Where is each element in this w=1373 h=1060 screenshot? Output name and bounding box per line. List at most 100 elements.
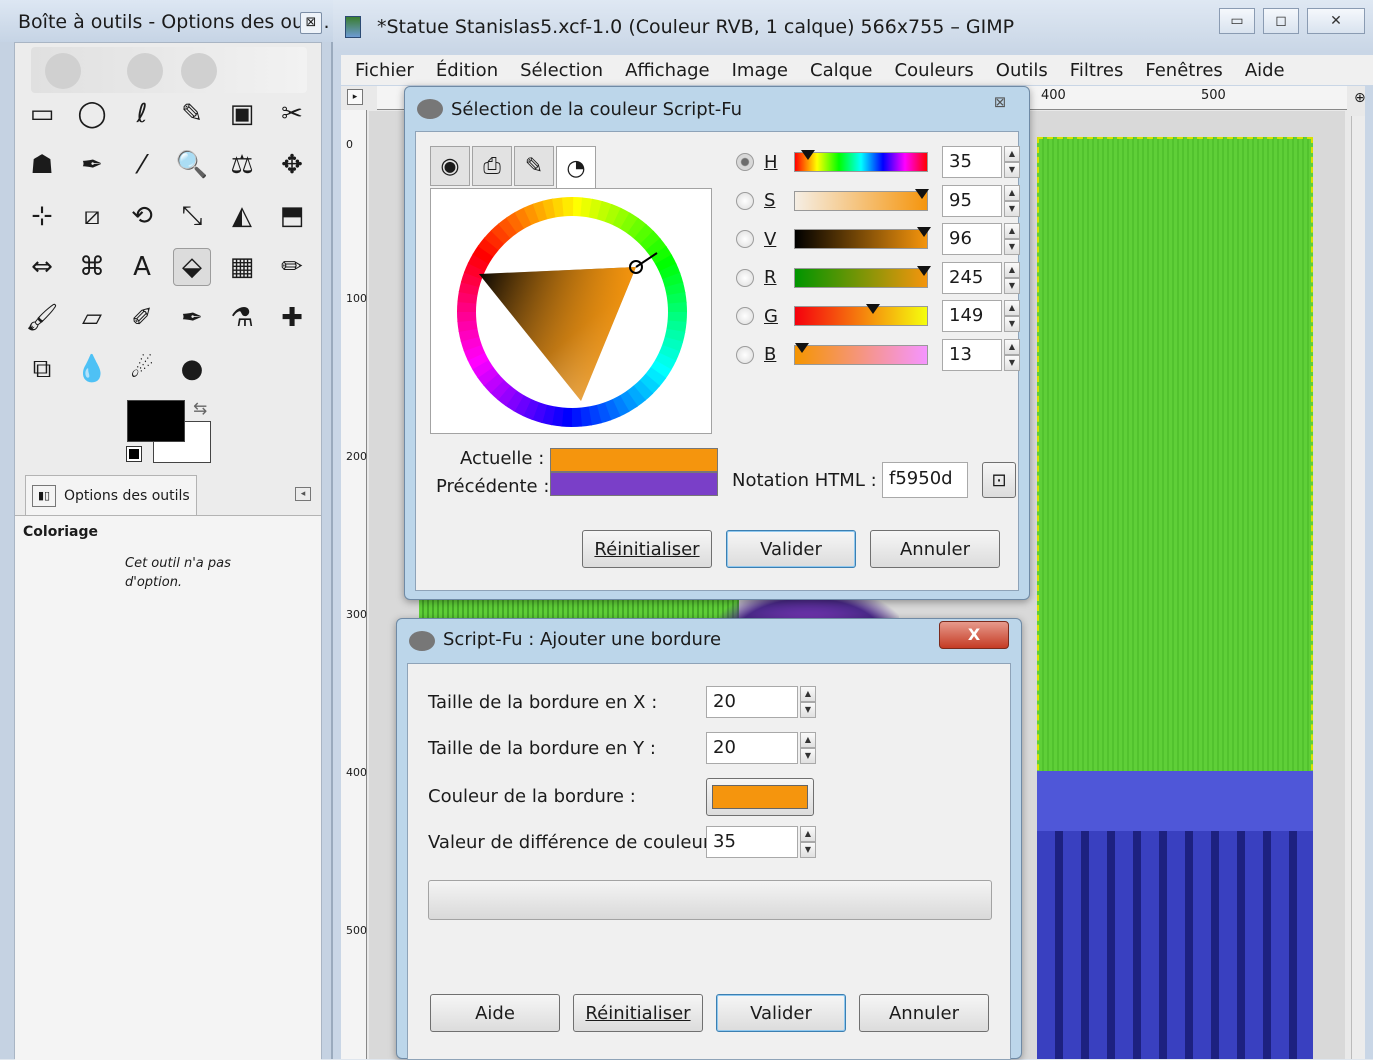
vertical-scrollbar[interactable] bbox=[1351, 116, 1365, 1059]
tool-free-select-icon[interactable]: ℓ bbox=[123, 95, 161, 133]
tab-printer-selector[interactable]: ⎙ bbox=[472, 146, 512, 186]
cancel-button[interactable]: Annuler bbox=[859, 994, 989, 1032]
slider-marker[interactable] bbox=[916, 265, 931, 276]
tool-rotate-icon[interactable]: ⟲ bbox=[123, 197, 161, 235]
navigate-icon[interactable]: ▸ bbox=[347, 89, 363, 105]
tool-smudge-icon[interactable]: ☄ bbox=[123, 350, 161, 388]
channel-slider-r[interactable] bbox=[794, 265, 931, 288]
channel-stepper[interactable]: ▲ ▼ bbox=[1004, 300, 1020, 332]
slider-marker[interactable] bbox=[916, 227, 931, 237]
tool-align-icon[interactable]: ⊹ bbox=[23, 197, 61, 235]
tool-select-by-color-icon[interactable]: ▣ bbox=[223, 95, 261, 133]
channel-stepper[interactable]: ▲ ▼ bbox=[1004, 184, 1020, 217]
tool-dodge-burn-icon[interactable]: ● bbox=[173, 350, 211, 388]
tool-crop-icon[interactable]: ⧄ bbox=[73, 197, 111, 235]
tool-measure-icon[interactable]: ⚖ bbox=[223, 146, 261, 184]
menu-item[interactable]: Couleurs bbox=[895, 60, 974, 81]
foreground-color-swatch[interactable] bbox=[127, 400, 185, 442]
tool-fuzzy-select-icon[interactable]: ✎ bbox=[173, 95, 211, 133]
color-wheel[interactable] bbox=[431, 189, 713, 435]
tool-foreground-select-icon[interactable]: ☗ bbox=[23, 146, 61, 184]
color-diff-stepper[interactable]: ▲ ▼ bbox=[800, 826, 816, 858]
channel-stepper[interactable]: ▲ ▼ bbox=[1004, 338, 1020, 371]
slider-marker[interactable] bbox=[801, 150, 816, 160]
tool-blur-sharpen-icon[interactable]: 💧 bbox=[73, 350, 111, 388]
cancel-button[interactable]: Annuler bbox=[870, 530, 1000, 568]
main-titlebar[interactable]: *Statue Stanislas5.xcf-1.0 (Couleur RVB,… bbox=[333, 0, 1373, 52]
slider-marker[interactable] bbox=[915, 188, 930, 199]
vertical-ruler[interactable]: 0 100 200 300 400 500 bbox=[341, 110, 367, 1059]
channel-value-input[interactable]: 13 bbox=[942, 338, 1002, 371]
reset-button[interactable]: Réinitialiser bbox=[573, 994, 703, 1032]
menu-item[interactable]: Image bbox=[732, 60, 788, 81]
border-y-input[interactable]: 20 bbox=[706, 732, 798, 764]
channel-radio-g[interactable] bbox=[736, 307, 754, 325]
channel-stepper[interactable]: ▲ ▼ bbox=[1004, 146, 1020, 178]
border-y-stepper[interactable]: ▲ ▼ bbox=[800, 732, 816, 764]
tab-watercolor-selector[interactable]: ✎ bbox=[514, 146, 554, 186]
tool-text-icon[interactable]: A bbox=[123, 248, 161, 286]
channel-radio-s[interactable] bbox=[736, 191, 754, 210]
channel-value-input[interactable]: 35 bbox=[942, 146, 1002, 178]
channel-radio-v[interactable] bbox=[736, 230, 754, 248]
tool-move-icon[interactable]: ✥ bbox=[273, 146, 311, 184]
channel-value-input[interactable]: 149 bbox=[942, 300, 1002, 332]
tab-gimp-selector[interactable]: ◉ bbox=[430, 146, 470, 186]
border-dialog-close-button[interactable]: X bbox=[939, 621, 1009, 649]
help-button[interactable]: Aide bbox=[430, 994, 560, 1032]
color-wheel-panel[interactable] bbox=[430, 188, 712, 434]
menu-item[interactable]: Aide bbox=[1245, 60, 1285, 81]
channel-value-input[interactable]: 95 bbox=[942, 184, 1002, 217]
menu-item[interactable]: Filtres bbox=[1070, 60, 1124, 81]
ok-button[interactable]: Valider bbox=[716, 994, 846, 1032]
tool-zoom-icon[interactable]: 🔍 bbox=[173, 146, 211, 184]
tool-flip-icon[interactable]: ⇔ bbox=[23, 248, 61, 286]
tool-paintbrush-icon[interactable]: 🖌 bbox=[23, 299, 61, 337]
channel-stepper[interactable]: ▲ ▼ bbox=[1004, 223, 1020, 255]
tab-wheel-selector[interactable]: ◔ bbox=[556, 146, 596, 190]
tool-shear-icon[interactable]: ◭ bbox=[223, 197, 261, 235]
tool-heal-icon[interactable]: ✚ bbox=[273, 299, 311, 337]
channel-radio-r[interactable] bbox=[736, 268, 754, 287]
tool-ellipse-select-icon[interactable]: ◯ bbox=[73, 95, 111, 133]
channel-slider-h[interactable] bbox=[794, 150, 928, 172]
tab-tool-options[interactable]: ▮▯ Options des outils bbox=[25, 475, 197, 515]
color-dialog-close-button[interactable]: ⊠ bbox=[973, 91, 1027, 115]
tool-blend-icon[interactable]: ▦ bbox=[223, 248, 261, 286]
menu-item[interactable]: Fenêtres bbox=[1145, 60, 1222, 81]
reset-colors-icon[interactable] bbox=[126, 446, 142, 462]
channel-slider-v[interactable] bbox=[794, 227, 931, 249]
tool-rect-select-icon[interactable]: ▭ bbox=[23, 95, 61, 133]
ok-button[interactable]: Valider bbox=[726, 530, 856, 568]
previous-color-swatch[interactable] bbox=[550, 472, 718, 496]
tool-paths-icon[interactable]: ✒ bbox=[73, 146, 111, 184]
tool-eraser-icon[interactable]: ▱ bbox=[73, 299, 111, 337]
tool-airbrush-icon[interactable]: ✐ bbox=[123, 299, 161, 337]
channel-slider-g[interactable] bbox=[794, 304, 928, 326]
tool-scale-icon[interactable]: ⤡ bbox=[173, 197, 211, 235]
toolbox-titlebar[interactable]: Boîte à outils - Options des out... ⊠ bbox=[0, 0, 333, 42]
zoom-icon[interactable]: ⊕ bbox=[1354, 90, 1366, 106]
tool-clone-icon[interactable]: ⚗ bbox=[223, 299, 261, 337]
color-picker-button[interactable]: ⊡ bbox=[982, 462, 1016, 498]
color-diff-input[interactable]: 35 bbox=[706, 826, 798, 858]
configure-tab-icon[interactable]: ◂ bbox=[295, 487, 311, 501]
border-x-input[interactable]: 20 bbox=[706, 686, 798, 718]
menu-item[interactable]: Affichage bbox=[625, 60, 710, 81]
channel-radio-h[interactable] bbox=[736, 153, 754, 171]
menu-item[interactable]: Outils bbox=[996, 60, 1048, 81]
tool-bucket-fill-icon[interactable]: ⬙ bbox=[173, 248, 211, 286]
menu-item[interactable]: Sélection bbox=[520, 60, 603, 81]
reset-button[interactable]: Réinitialiser bbox=[582, 530, 712, 568]
tool-pencil-icon[interactable]: ✏ bbox=[273, 248, 311, 286]
menu-item[interactable]: Calque bbox=[810, 60, 873, 81]
menu-item[interactable]: Fichier bbox=[355, 60, 414, 81]
swap-colors-icon[interactable]: ⇆ bbox=[193, 399, 207, 419]
maximize-button[interactable]: ◻ bbox=[1263, 8, 1299, 34]
slider-marker[interactable] bbox=[794, 342, 809, 353]
channel-stepper[interactable]: ▲ ▼ bbox=[1004, 261, 1020, 294]
border-x-stepper[interactable]: ▲ ▼ bbox=[800, 686, 816, 718]
tool-scissors-select-icon[interactable]: ✂ bbox=[273, 95, 311, 133]
toolbox-close-button[interactable]: ⊠ bbox=[300, 12, 322, 34]
channel-slider-b[interactable] bbox=[794, 342, 928, 365]
